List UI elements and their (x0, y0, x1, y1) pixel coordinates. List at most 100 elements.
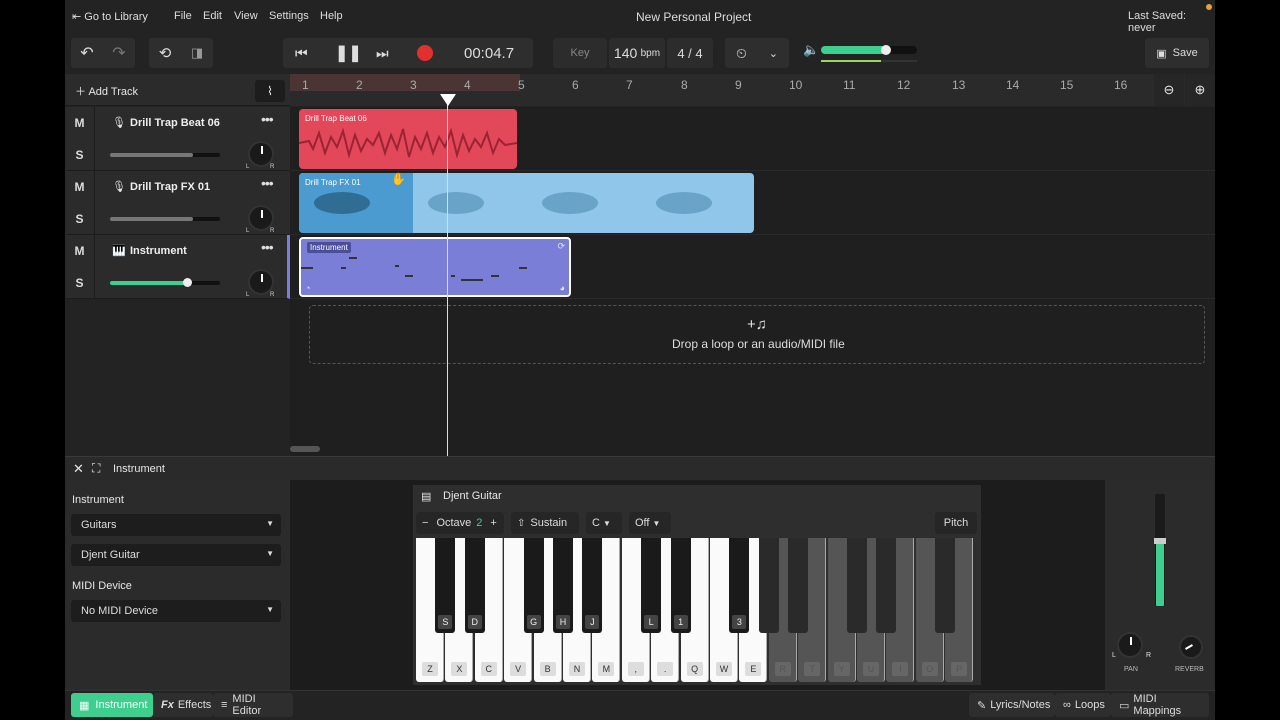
midi-clip[interactable]: Instrument ⟳ ◔ ◕ (299, 237, 571, 297)
record-icon[interactable] (417, 45, 433, 61)
solo-button[interactable]: S (65, 203, 95, 235)
instrument-preset-select[interactable]: Djent Guitar ▼ (71, 544, 281, 566)
audio-clip[interactable]: Drill Trap FX 01 (299, 173, 754, 233)
metronome-icon[interactable]: ⏲ (736, 45, 747, 62)
track-header: M S 🎙 Drill Trap FX 01 ••• L R (65, 171, 290, 235)
track-name[interactable]: Drill Trap FX 01 (130, 181, 210, 193)
master-volume-slider[interactable] (821, 45, 917, 55)
more-options-icon[interactable]: ••• (261, 111, 274, 127)
save-button[interactable]: ▣ Save (1145, 38, 1209, 68)
select-value: Djent Guitar (81, 549, 140, 561)
menu-file[interactable]: File (174, 10, 192, 22)
skip-forward-icon[interactable]: ⏭ (376, 45, 389, 62)
drop-zone[interactable]: +♫ Drop a loop or an audio/MIDI file (309, 305, 1205, 364)
track-lane[interactable]: Drill Trap Beat 06 (290, 107, 1215, 171)
solo-button[interactable]: S (65, 139, 95, 171)
split-icon[interactable]: ◨ (191, 45, 203, 61)
black-key[interactable]: G (523, 538, 544, 633)
hand-cursor-icon: ✋ (391, 172, 406, 186)
black-key[interactable]: H (553, 538, 573, 633)
expand-icon[interactable]: ⛶ (92, 461, 100, 476)
channel-volume-fader[interactable] (1154, 494, 1166, 606)
add-track-button[interactable]: ＋ Add Track (75, 83, 138, 99)
black-key[interactable]: 3 (729, 538, 750, 633)
menu-help[interactable]: Help (320, 10, 343, 22)
pan-right-label: R (270, 164, 275, 170)
reverb-knob[interactable] (1179, 635, 1203, 659)
clip-end-handle-icon[interactable]: ◕ (560, 283, 565, 293)
tempo-display[interactable]: 140 bpm (609, 38, 665, 68)
tab-midi-editor[interactable]: ≡ MIDI Editor (213, 693, 293, 717)
track-name[interactable]: Drill Trap Beat 06 (130, 117, 220, 129)
track-volume-slider[interactable] (110, 278, 220, 287)
fader-handle[interactable] (1154, 538, 1166, 544)
timeline-ruler[interactable]: 1 2 3 4 5 6 7 8 9 10 11 12 13 14 15 16 ⊖… (290, 74, 1215, 106)
playhead[interactable] (447, 94, 448, 456)
tab-effects[interactable]: Fx Effects (153, 693, 213, 717)
black-key[interactable]: 1 (670, 538, 691, 633)
track-volume-slider[interactable] (110, 217, 220, 221)
loop-icon[interactable]: ⟲ (159, 44, 172, 62)
tab-loops[interactable]: ∞ Loops (1055, 693, 1111, 717)
automation-icon[interactable]: ⌇ (255, 80, 285, 102)
audio-clip[interactable]: Drill Trap Beat 06 (299, 109, 517, 169)
solo-button[interactable]: S (65, 267, 95, 299)
mute-button[interactable]: M (65, 107, 95, 139)
horizontal-scrollbar[interactable] (290, 446, 320, 452)
midi-notes (301, 257, 527, 281)
black-key[interactable] (876, 538, 897, 633)
add-music-icon: +♫ (747, 316, 768, 333)
track-volume-slider[interactable] (110, 153, 220, 157)
black-key[interactable] (847, 538, 867, 633)
track-lane[interactable]: Drill Trap FX 01 ✋ (290, 171, 1215, 235)
track-lane[interactable]: Instrument ⟳ ◔ ◕ (290, 235, 1215, 299)
tab-lyrics-notes[interactable]: ✎ Lyrics/Notes (969, 693, 1055, 717)
loop-split-group: ⟲ ◨ (149, 38, 213, 68)
bar-number: 10 (789, 78, 803, 92)
tab-midi-mappings[interactable]: ▭ MIDI Mappings (1111, 693, 1209, 717)
key-shortcut-label: L (644, 615, 659, 629)
black-key[interactable] (758, 538, 779, 633)
key-selector[interactable]: Key (553, 38, 607, 68)
black-key[interactable]: J (582, 538, 603, 633)
clip-start-handle-icon[interactable]: ◔ (305, 283, 310, 293)
loop-region[interactable] (290, 74, 520, 91)
close-icon[interactable]: ✕ (73, 461, 84, 477)
chevron-down-icon[interactable]: ⌄ (769, 47, 778, 60)
more-options-icon[interactable]: ••• (261, 239, 274, 255)
key-shortcut-label: M (598, 662, 615, 676)
time-signature[interactable]: 4 / 4 (667, 38, 713, 68)
menu-view[interactable]: View (234, 10, 258, 22)
menu-edit[interactable]: Edit (203, 10, 222, 22)
black-key[interactable]: S (435, 538, 456, 633)
menu-settings[interactable]: Settings (269, 10, 309, 22)
black-key[interactable] (788, 538, 809, 633)
pause-icon[interactable]: ❚❚ (335, 43, 362, 63)
key-shortcut-label: R (774, 662, 791, 676)
instrument-category-select[interactable]: Guitars ▼ (71, 514, 281, 536)
skip-back-icon[interactable]: ⏮ (295, 45, 308, 62)
zoom-out-icon[interactable]: ⊖ (1154, 74, 1184, 106)
redo-icon[interactable]: ↷ (112, 43, 125, 63)
pan-knob[interactable] (1117, 632, 1143, 658)
mute-button[interactable]: M (65, 171, 95, 203)
more-options-icon[interactable]: ••• (261, 175, 274, 191)
tab-instrument[interactable]: ▦ Instrument (71, 693, 153, 717)
mute-button[interactable]: M (65, 235, 95, 267)
save-label: Save (1172, 47, 1198, 59)
black-key[interactable]: L (641, 538, 662, 633)
bar-number: 16 (1114, 78, 1128, 92)
playhead-handle-icon[interactable] (440, 94, 456, 106)
refresh-icon[interactable]: ⟳ (557, 241, 565, 252)
zoom-in-icon[interactable]: ⊕ (1185, 74, 1215, 106)
black-key[interactable]: D (464, 538, 485, 633)
black-key[interactable] (935, 538, 956, 633)
key-shortcut-label: N (569, 662, 585, 676)
key-shortcut-label: C (480, 662, 497, 676)
pan-right-label: R (1146, 652, 1152, 659)
go-to-library-link[interactable]: ⇤ Go to Library (72, 10, 148, 23)
track-name[interactable]: Instrument (130, 245, 187, 257)
midi-mappings-icon: ▭ (1119, 699, 1130, 712)
undo-icon[interactable]: ↶ (80, 43, 93, 63)
midi-device-select[interactable]: No MIDI Device ▼ (71, 600, 281, 622)
